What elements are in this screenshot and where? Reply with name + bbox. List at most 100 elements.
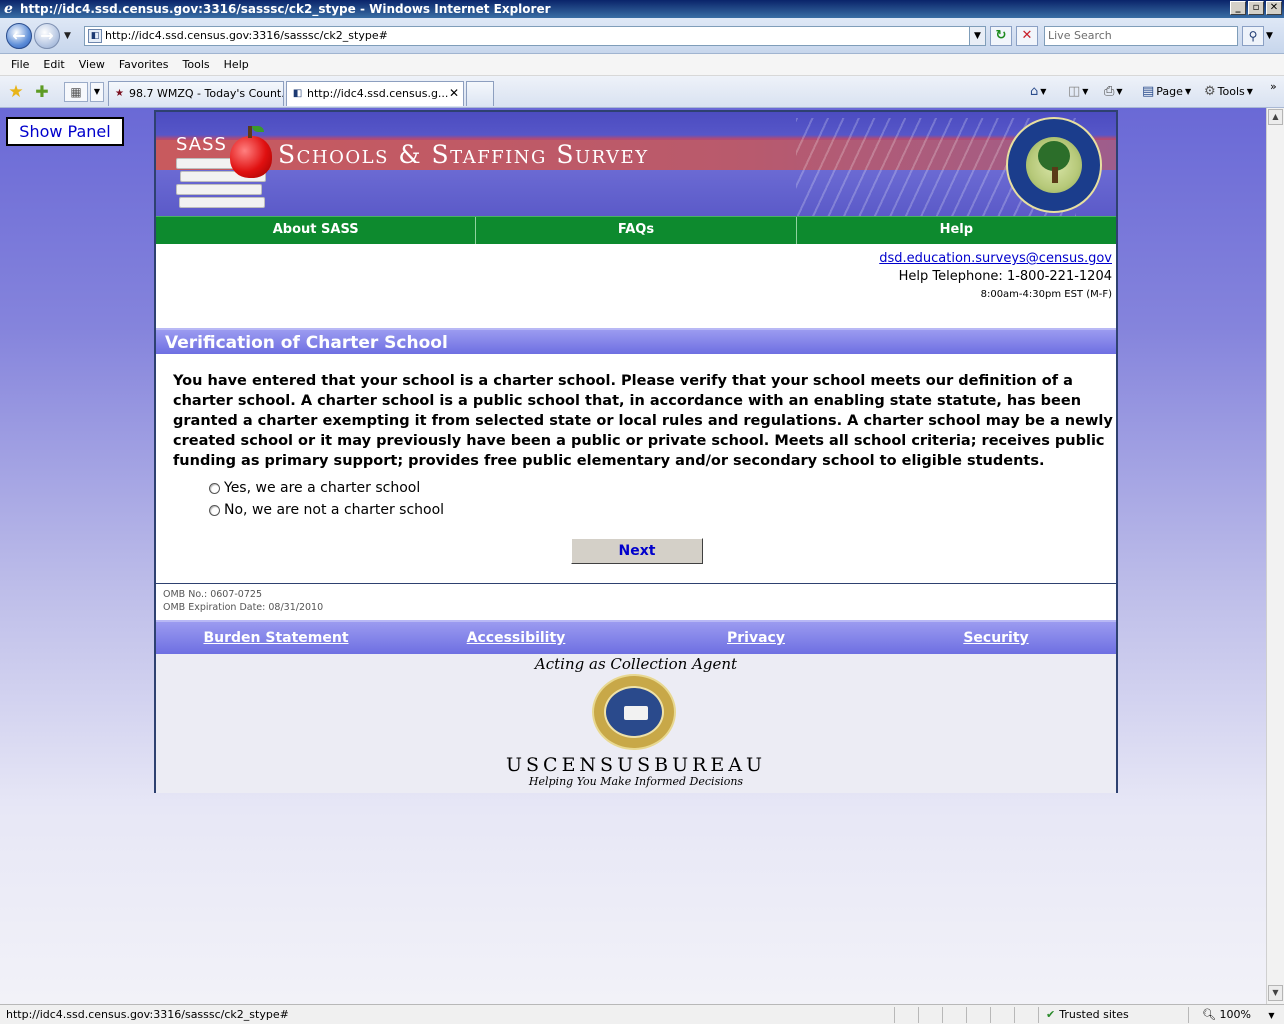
collection-agent-area: Acting as Collection Agent USCENSUSBUREA… [156,654,1116,793]
printer-icon: ⎙ [1104,84,1115,99]
security-zone[interactable]: ✔ Trusted sites [1046,1008,1129,1021]
menu-favorites[interactable]: Favorites [112,58,176,71]
print-dropdown-icon: ▼ [1116,87,1123,96]
apple-icon [230,126,272,178]
scroll-up-icon[interactable]: ▲ [1268,109,1283,125]
home-button[interactable]: ⌂ ▼ [1030,84,1046,99]
tab-list-dropdown-icon[interactable]: ▼ [90,82,104,102]
page-favicon-icon: ◧ [88,29,102,43]
radio-no[interactable] [209,504,220,516]
forward-button[interactable]: → [34,23,60,49]
search-dropdown-icon[interactable]: ▼ [1266,31,1273,41]
status-url: http://idc4.ssd.census.gov:3316/sasssc/c… [6,1008,289,1021]
page-viewport: Show Panel SASS Schools & Staffing Surve… [0,108,1266,1004]
page-icon: ▤ [1142,84,1155,99]
charter-question-text: You have entered that your school is a c… [173,373,1113,469]
menu-view[interactable]: View [72,58,112,71]
url-dropdown-icon[interactable]: ▼ [969,27,985,45]
feeds-dropdown-icon: ▼ [1082,87,1089,96]
main-nav: About SASS FAQs Help [156,216,1116,244]
option-no-charter[interactable]: No, we are not a charter school [209,502,444,518]
omb-number: OMB No.: 0607-0725 [163,589,262,600]
link-security[interactable]: Security [876,630,1116,646]
zoom-label: 100% [1219,1008,1251,1021]
contact-info: dsd.education.surveys@census.gov Help Te… [879,250,1112,304]
section-title: Verification of Charter School [156,328,1116,354]
refresh-button[interactable]: ↻ [990,26,1012,46]
omb-info: OMB No.: 0607-0725 OMB Expiration Date: … [156,583,1116,621]
home-icon: ⌂ [1030,84,1039,99]
census-bureau-name: USCENSUSBUREAU [506,754,766,776]
option-yes-charter[interactable]: Yes, we are a charter school [209,480,420,496]
search-button[interactable]: ⚲ [1242,26,1264,46]
menu-edit[interactable]: Edit [36,58,71,71]
rss-feed-icon: ◫ [1068,84,1081,99]
tools-menu-label: Tools [1217,85,1245,98]
url-input[interactable]: ◧ http://idc4.ssd.census.gov:3316/sasssc… [84,26,986,46]
ie-logo-icon: e [4,1,13,17]
new-tab-button[interactable] [466,81,494,106]
search-placeholder: Live Search [1048,29,1112,42]
help-hours: 8:00am-4:30pm EST (M-F) [980,289,1112,300]
sass-logo-text: SASS [176,134,227,155]
census-bureau-tagline: Helping You Make Informed Decisions [528,775,744,788]
menu-bar: File Edit View Favorites Tools Help [0,54,1284,76]
chevron-more-icon[interactable]: » [1270,80,1277,93]
refresh-icon: ↻ [995,28,1007,43]
checkmark-icon: ✔ [1046,1008,1056,1021]
search-input[interactable]: Live Search [1044,26,1238,46]
tab-label: 98.7 WMZQ - Today's Count... [129,87,284,100]
back-button[interactable]: ← [6,23,32,49]
security-zone-label: Trusted sites [1059,1008,1129,1021]
page-dropdown-icon: ▼ [1184,87,1192,96]
nav-help[interactable]: Help [797,217,1116,244]
magnifier-icon: ⚲ [1248,29,1258,43]
nav-about-sass[interactable]: About SASS [156,217,477,244]
tab-census[interactable]: ◧ http://idc4.ssd.census.g... ✕ [286,81,464,106]
favorites-star-icon[interactable]: ★ [6,82,26,102]
nav-faqs[interactable]: FAQs [476,217,797,244]
address-bar: ← → ▼ ◧ http://idc4.ssd.census.gov:3316/… [0,18,1284,54]
menu-help[interactable]: Help [217,58,256,71]
page-menu-button[interactable]: ▤ Page ▼ [1142,84,1191,99]
back-arrow-icon: ← [12,26,26,45]
link-burden-statement[interactable]: Burden Statement [156,630,396,646]
menu-file[interactable]: File [4,58,36,71]
history-dropdown-icon[interactable]: ▼ [64,31,71,41]
page-menu-label: Page [1156,85,1183,98]
close-window-button[interactable]: ✕ [1266,1,1282,15]
gear-icon: ⚙ [1204,84,1216,99]
tab-wmzq[interactable]: ★ 98.7 WMZQ - Today's Count... [108,81,284,106]
radio-yes[interactable] [209,482,220,494]
close-tab-icon[interactable]: ✕ [449,82,459,105]
census-bureau-seal-icon [592,674,676,750]
zoom-level[interactable]: 🔍︎ 100% ▼ [1202,1008,1275,1021]
minimize-button[interactable]: _ [1230,1,1246,15]
tools-dropdown-icon: ▼ [1246,87,1253,96]
zoom-dropdown-icon: ▼ [1268,1011,1275,1020]
link-accessibility[interactable]: Accessibility [396,630,636,646]
next-button[interactable]: Next [571,538,703,564]
url-text: http://idc4.ssd.census.gov:3316/sasssc/c… [105,29,388,42]
add-favorites-icon[interactable]: ✚ [32,82,52,102]
forward-arrow-icon: → [40,26,54,45]
menu-tools[interactable]: Tools [176,58,217,71]
restore-button[interactable]: ▫ [1248,1,1264,15]
vertical-scrollbar[interactable]: ▲ ▼ [1266,108,1284,1004]
stop-icon: ✕ [1021,28,1033,43]
scroll-down-icon[interactable]: ▼ [1268,985,1283,1001]
support-email-link[interactable]: dsd.education.surveys@census.gov [879,250,1112,268]
tools-menu-button[interactable]: ⚙ Tools ▼ [1204,84,1253,99]
feeds-button[interactable]: ◫ ▼ [1068,84,1088,99]
star-favicon-icon: ★ [115,88,124,99]
department-of-education-seal-icon [1006,117,1102,213]
quick-tabs-icon[interactable]: ▦ [64,82,88,102]
stop-button[interactable]: ✕ [1016,26,1038,46]
page-favicon-icon: ◧ [292,88,303,99]
footer-links: Burden Statement Accessibility Privacy S… [156,620,1116,654]
print-button[interactable]: ⎙ ▼ [1104,84,1123,99]
show-panel-button[interactable]: Show Panel [6,117,124,146]
window-title: http://idc4.ssd.census.gov:3316/sasssc/c… [20,2,551,16]
tab-bar: ★ ✚ ▦ ▼ ★ 98.7 WMZQ - Today's Count... ◧… [0,76,1284,108]
link-privacy[interactable]: Privacy [636,630,876,646]
